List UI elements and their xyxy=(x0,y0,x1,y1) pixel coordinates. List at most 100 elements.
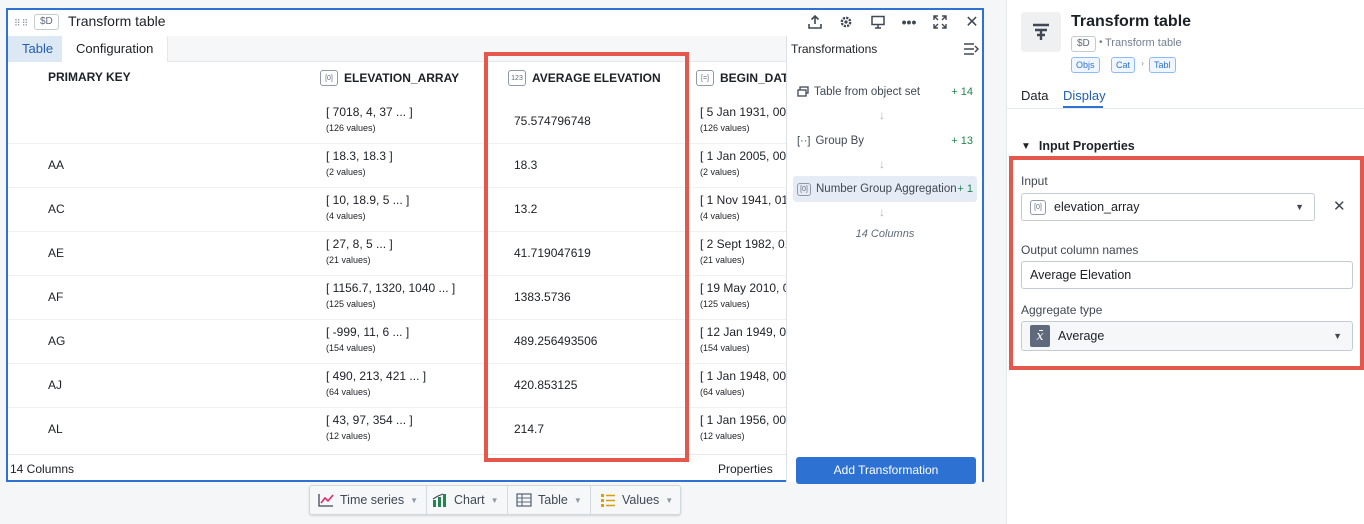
array-preview: [ 27, 8, 5 ... ] xyxy=(326,237,393,251)
array-type-icon: [0] xyxy=(797,182,811,196)
date-array-preview: [ 19 May 2010, 01: xyxy=(700,281,786,295)
date-array-preview: [ 12 Jan 1949, 00: xyxy=(700,325,786,339)
line-chart-icon xyxy=(318,493,334,507)
transformation-step-group-by[interactable]: [··] Group By + 13 xyxy=(793,128,977,154)
chevron-down-icon: ▼ xyxy=(1021,140,1031,152)
column-header-label: AVERAGE ELEVATION xyxy=(532,71,661,85)
date-array-preview: [ 1 Jan 1956, 00: xyxy=(700,413,786,427)
values-button[interactable]: Values ▼ xyxy=(592,486,681,514)
date-array-count: (2 values) xyxy=(700,167,740,177)
table-row[interactable]: AA [ 18.3, 18.3 ] (2 values) 18.3 [ 1 Jan 20… xyxy=(8,144,786,188)
tab-table[interactable]: Table xyxy=(8,36,68,62)
column-header-elevation-array[interactable]: [0] ELEVATION_ARRAY xyxy=(320,70,459,86)
data-table: PRIMARY KEY [0] ELEVATION_ARRAY 123 AVER… xyxy=(8,62,786,442)
transformation-step-object-set[interactable]: Table from object set + 14 xyxy=(793,79,977,105)
collapse-panel-icon[interactable] xyxy=(963,42,979,56)
clear-input-icon[interactable]: ✕ xyxy=(1333,197,1346,215)
table-row[interactable]: AE [ 27, 8, 5 ... ] (21 values) 41.71904761… xyxy=(8,232,786,276)
arrow-down-icon: ↓ xyxy=(879,205,885,219)
widget-config-panel: Transform table $D • Transform table Obj… xyxy=(1006,0,1364,524)
elevation-array-cell: [ 27, 8, 5 ... ] (21 values) xyxy=(326,237,393,265)
table-row[interactable]: AF [ 1156.7, 1320, 1040 ... ] (125 values)… xyxy=(8,276,786,320)
gear-icon[interactable] xyxy=(836,12,856,32)
tab-divider xyxy=(1007,108,1364,109)
average-icon: x̄ xyxy=(1030,325,1050,347)
section-title: Input Properties xyxy=(1038,139,1135,153)
widget-header: ⠿⠿ $D Transform table ••• ✕ xyxy=(8,10,982,34)
table-row[interactable]: AL [ 43, 97, 354 ... ] (12 values) 214.7 [ 1… xyxy=(8,408,786,442)
table-icon xyxy=(516,493,532,507)
transform-table-icon xyxy=(1021,12,1061,52)
array-count: (21 values) xyxy=(326,255,371,265)
fullscreen-icon[interactable] xyxy=(930,12,950,32)
properties-link[interactable]: Properties xyxy=(718,462,773,476)
begin-date-cell: [ 19 May 2010, 01: (125 values) xyxy=(700,281,786,309)
array-preview: [ 7018, 4, 37 ... ] xyxy=(326,105,413,119)
export-icon[interactable] xyxy=(805,12,825,32)
active-tab-indicator xyxy=(1063,106,1103,108)
transform-table-widget: ⠿⠿ $D Transform table ••• ✕ Table Config… xyxy=(6,8,984,484)
table-label: Table xyxy=(538,493,568,507)
elevation-array-cell: [ 10, 18.9, 5 ... ] (4 values) xyxy=(326,193,409,221)
aggregate-type-value: Average xyxy=(1058,329,1105,343)
chevron-right-icon: › xyxy=(1141,58,1144,68)
average-elevation-cell: 489.256493506 xyxy=(514,334,598,348)
step-label: Group By xyxy=(815,135,865,147)
arrow-down-icon: ↓ xyxy=(879,108,885,122)
transformation-step-number-group-aggregation[interactable]: [0] Number Group Aggregation + 1 xyxy=(793,176,977,202)
begin-date-cell: [ 5 Jan 1931, 00: (126 values) xyxy=(700,105,786,133)
more-icon[interactable]: ••• xyxy=(899,12,919,32)
step-label: Table from object set xyxy=(814,86,921,98)
tab-display[interactable]: Display xyxy=(1063,88,1106,103)
input-chip-table[interactable]: Tabl xyxy=(1149,57,1176,73)
transformations-title: Transformations xyxy=(791,42,878,56)
chart-button[interactable]: Chart ▼ xyxy=(424,486,508,514)
elevation-array-cell: [ 43, 97, 354 ... ] (12 values) xyxy=(326,413,413,441)
begin-date-cell: [ 1 Jan 2005, 00: (2 values) xyxy=(700,149,786,177)
primary-key-cell: AC xyxy=(48,202,65,216)
begin-date-cell: [ 1 Jan 1948, 00: (64 values) xyxy=(700,369,786,397)
step-column-delta: + 1 xyxy=(957,183,973,195)
table-footer: 14 Columns Properties xyxy=(8,454,786,482)
date-array-preview: [ 2 Sept 1982, 01: xyxy=(700,237,786,251)
output-column-names-field[interactable]: Average Elevation xyxy=(1021,261,1353,289)
column-header-primary-key[interactable]: PRIMARY KEY xyxy=(48,70,131,84)
column-header-average-elevation[interactable]: 123 AVERAGE ELEVATION xyxy=(508,70,661,86)
present-icon[interactable] xyxy=(868,12,888,32)
array-count: (12 values) xyxy=(326,431,371,441)
column-header-label: BEGIN_DATE xyxy=(720,71,786,85)
table-row[interactable]: [ 7018, 4, 37 ... ] (126 values) 75.574796… xyxy=(8,100,786,144)
transformations-panel: Transformations Table from object set + … xyxy=(786,36,982,484)
panel-subtitle: Transform table xyxy=(1105,37,1182,49)
table-row[interactable]: AC [ 10, 18.9, 5 ... ] (4 values) 13.2 [ 1 N… xyxy=(8,188,786,232)
tab-data[interactable]: Data xyxy=(1021,88,1048,103)
input-chip-objects[interactable]: Objs xyxy=(1071,57,1100,73)
add-transformation-button[interactable]: Add Transformation xyxy=(796,457,976,484)
table-row[interactable]: AJ [ 490, 213, 421 ... ] (64 values) 420.85… xyxy=(8,364,786,408)
table-button[interactable]: Table ▼ xyxy=(508,486,591,514)
close-icon[interactable]: ✕ xyxy=(962,12,982,32)
input-select[interactable]: [0] elevation_array ▼ xyxy=(1021,193,1315,221)
table-row[interactable]: AG [ -999, 11, 6 ... ] (154 values) 489.256… xyxy=(8,320,786,364)
average-elevation-cell: 41.719047619 xyxy=(514,246,591,260)
array-preview: [ 43, 97, 354 ... ] xyxy=(326,413,413,427)
aggregate-type-select[interactable]: x̄ Average ▼ xyxy=(1021,321,1353,351)
primary-key-cell: AG xyxy=(48,334,66,348)
tab-configuration[interactable]: Configuration xyxy=(62,36,169,62)
begin-date-cell: [ 12 Jan 1949, 00: (154 values) xyxy=(700,325,786,353)
time-series-button[interactable]: Time series ▼ xyxy=(310,486,428,514)
column-count: 14 Columns xyxy=(10,462,75,476)
elevation-array-cell: [ 7018, 4, 37 ... ] (126 values) xyxy=(326,105,413,133)
input-chip-category[interactable]: Cat xyxy=(1111,57,1136,73)
array-type-icon: [0] xyxy=(1030,199,1046,215)
column-header-begin-date[interactable]: [=] BEGIN_DATE xyxy=(696,70,786,86)
drag-handle-icon[interactable]: ⠿⠿ xyxy=(14,18,29,29)
input-properties-section-header[interactable]: ▼ Input Properties xyxy=(1021,139,1135,153)
values-list-icon xyxy=(600,493,616,507)
date-array-preview: [ 1 Jan 1948, 00: xyxy=(700,369,786,383)
date-array-preview: [ 1 Nov 1941, 01: xyxy=(700,193,786,207)
widget-tabs: Table Configuration xyxy=(8,36,786,62)
caret-down-icon: ▼ xyxy=(1295,202,1304,212)
array-preview: [ 490, 213, 421 ... ] xyxy=(326,369,427,383)
step-label: Number Group Aggregation xyxy=(816,183,957,195)
